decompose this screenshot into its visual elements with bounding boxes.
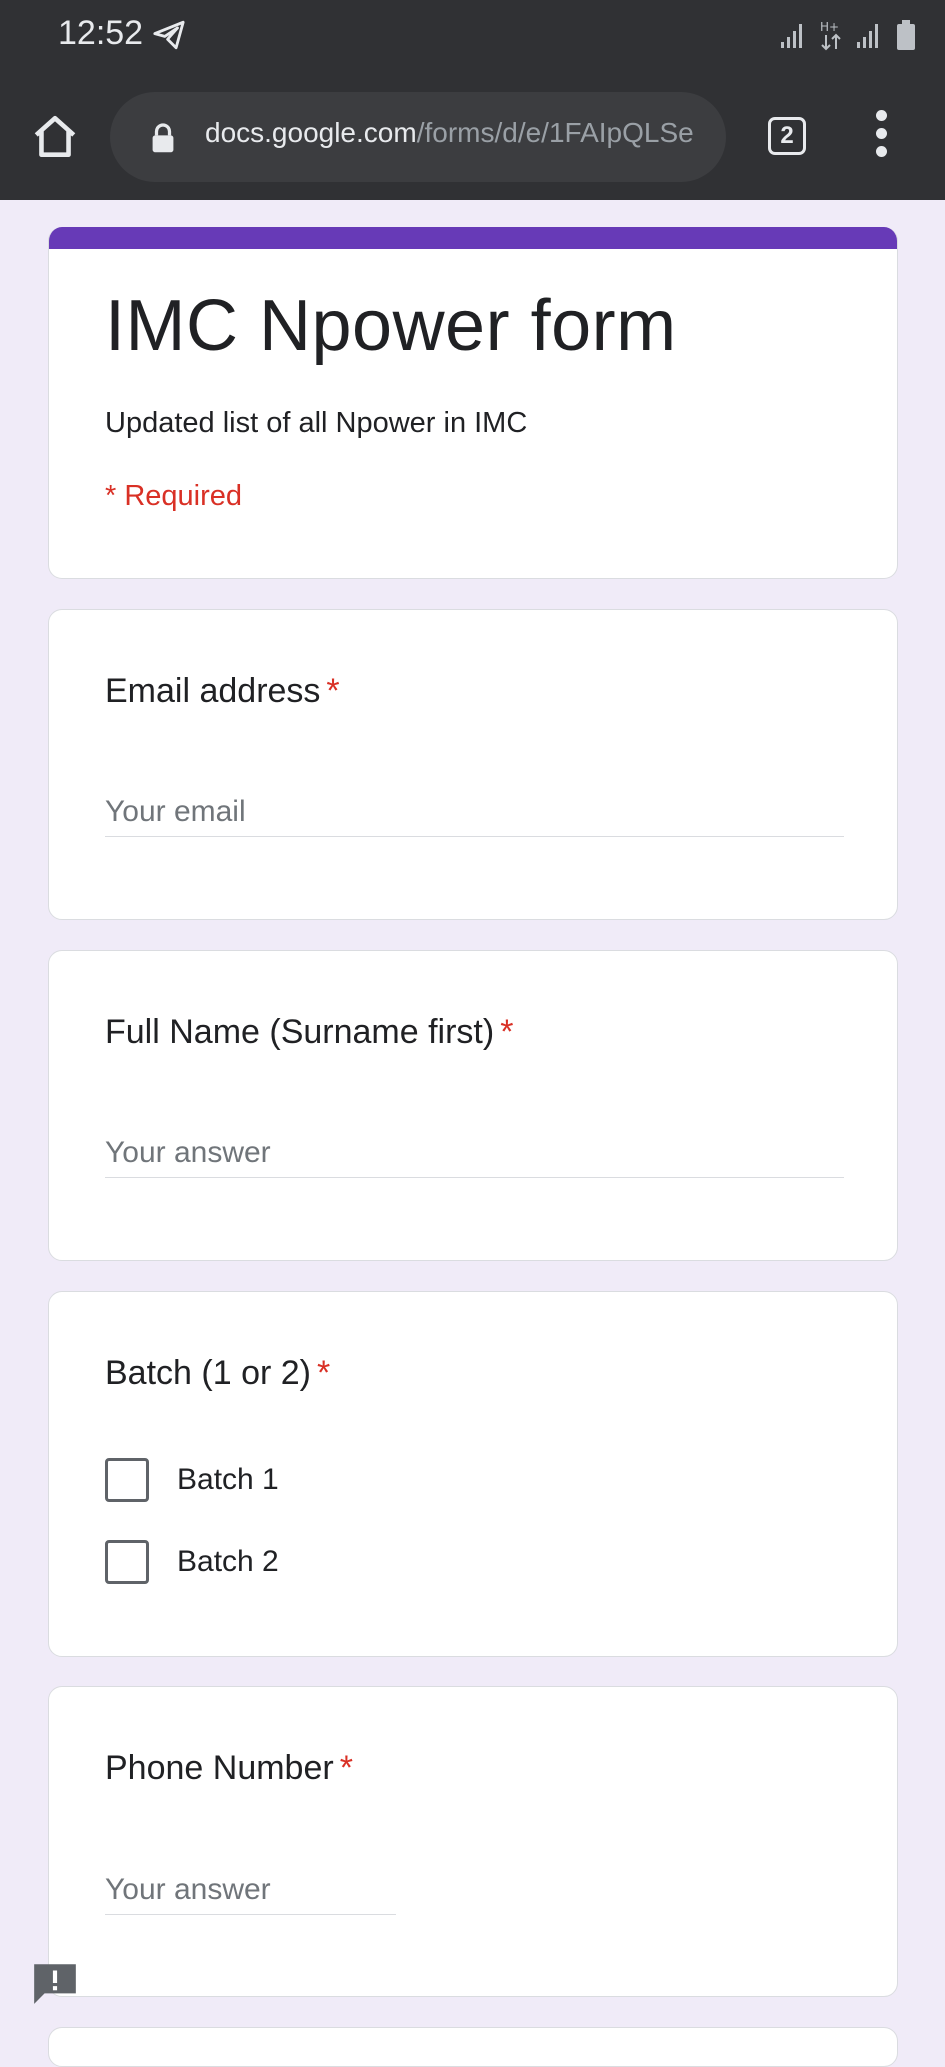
lock-icon xyxy=(152,123,174,153)
form-description: Updated list of all Npower in IMC xyxy=(105,407,528,439)
browser-toolbar: docs.google.com/forms/d/e/1FAIpQLSe 2 xyxy=(0,70,945,200)
more-vert-icon[interactable] xyxy=(866,110,896,164)
question-label: Full Name (Surname first) xyxy=(105,1013,495,1051)
status-bar: 12:52 H+ xyxy=(0,0,945,70)
question-label: Email address xyxy=(105,672,321,710)
required-star: * xyxy=(339,1749,353,1787)
status-time: 12:52 xyxy=(58,14,144,52)
required-star: * xyxy=(500,1013,514,1051)
question-card-batch: Batch (1 or 2) * Batch 1 Batch 2 xyxy=(48,1291,898,1657)
url-path: /forms/d/e/1FAIpQLSe xyxy=(416,117,694,148)
form-title: IMC Npower form xyxy=(105,286,677,366)
question-label: Phone Number xyxy=(105,1749,334,1787)
status-icons: H+ xyxy=(779,18,917,52)
question-label: Batch (1 or 2) xyxy=(105,1354,311,1392)
checkbox-option-batch-1[interactable]: Batch 1 xyxy=(105,1455,279,1505)
network-hplus-icon: H+ xyxy=(820,20,841,51)
question-title: Phone Number * xyxy=(105,1749,353,1788)
question-title: Email address * xyxy=(105,672,340,711)
title-accent-bar xyxy=(49,227,897,249)
required-note: * Required xyxy=(105,480,243,512)
svg-text:H+: H+ xyxy=(820,20,839,34)
checkbox[interactable] xyxy=(105,1540,149,1584)
question-card-phone: Phone Number * xyxy=(48,1686,898,1997)
checkbox-label: Batch 2 xyxy=(177,1545,279,1578)
signal-icon xyxy=(857,24,878,48)
form-header-card: IMC Npower form Updated list of all Npow… xyxy=(48,227,898,579)
email-input[interactable] xyxy=(105,787,844,837)
feedback-icon[interactable] xyxy=(30,1958,80,2008)
full-name-input[interactable] xyxy=(105,1128,844,1178)
required-star: * xyxy=(316,1354,331,1392)
battery-icon xyxy=(897,20,915,50)
home-icon[interactable] xyxy=(30,112,80,162)
url-bar[interactable]: docs.google.com/forms/d/e/1FAIpQLSe xyxy=(110,92,726,182)
question-title: Batch (1 or 2) * xyxy=(105,1354,330,1393)
tab-switcher-button[interactable]: 2 xyxy=(768,117,806,155)
url-text: docs.google.com/forms/d/e/1FAIpQLSe xyxy=(205,117,715,149)
question-title: Full Name (Surname first) * xyxy=(105,1013,513,1052)
question-card-next xyxy=(48,2027,898,2067)
required-star: * xyxy=(326,672,340,710)
tab-count: 2 xyxy=(780,122,794,149)
phone-number-input[interactable] xyxy=(105,1865,396,1915)
url-host: docs.google.com xyxy=(205,117,417,148)
question-card-full-name: Full Name (Surname first) * xyxy=(48,950,898,1261)
checkbox-label: Batch 1 xyxy=(177,1463,279,1496)
checkbox[interactable] xyxy=(105,1458,149,1502)
telegram-send-icon xyxy=(153,20,185,50)
checkbox-option-batch-2[interactable]: Batch 2 xyxy=(105,1537,279,1587)
question-card-email: Email address * xyxy=(48,609,898,920)
signal-icon xyxy=(781,24,802,48)
